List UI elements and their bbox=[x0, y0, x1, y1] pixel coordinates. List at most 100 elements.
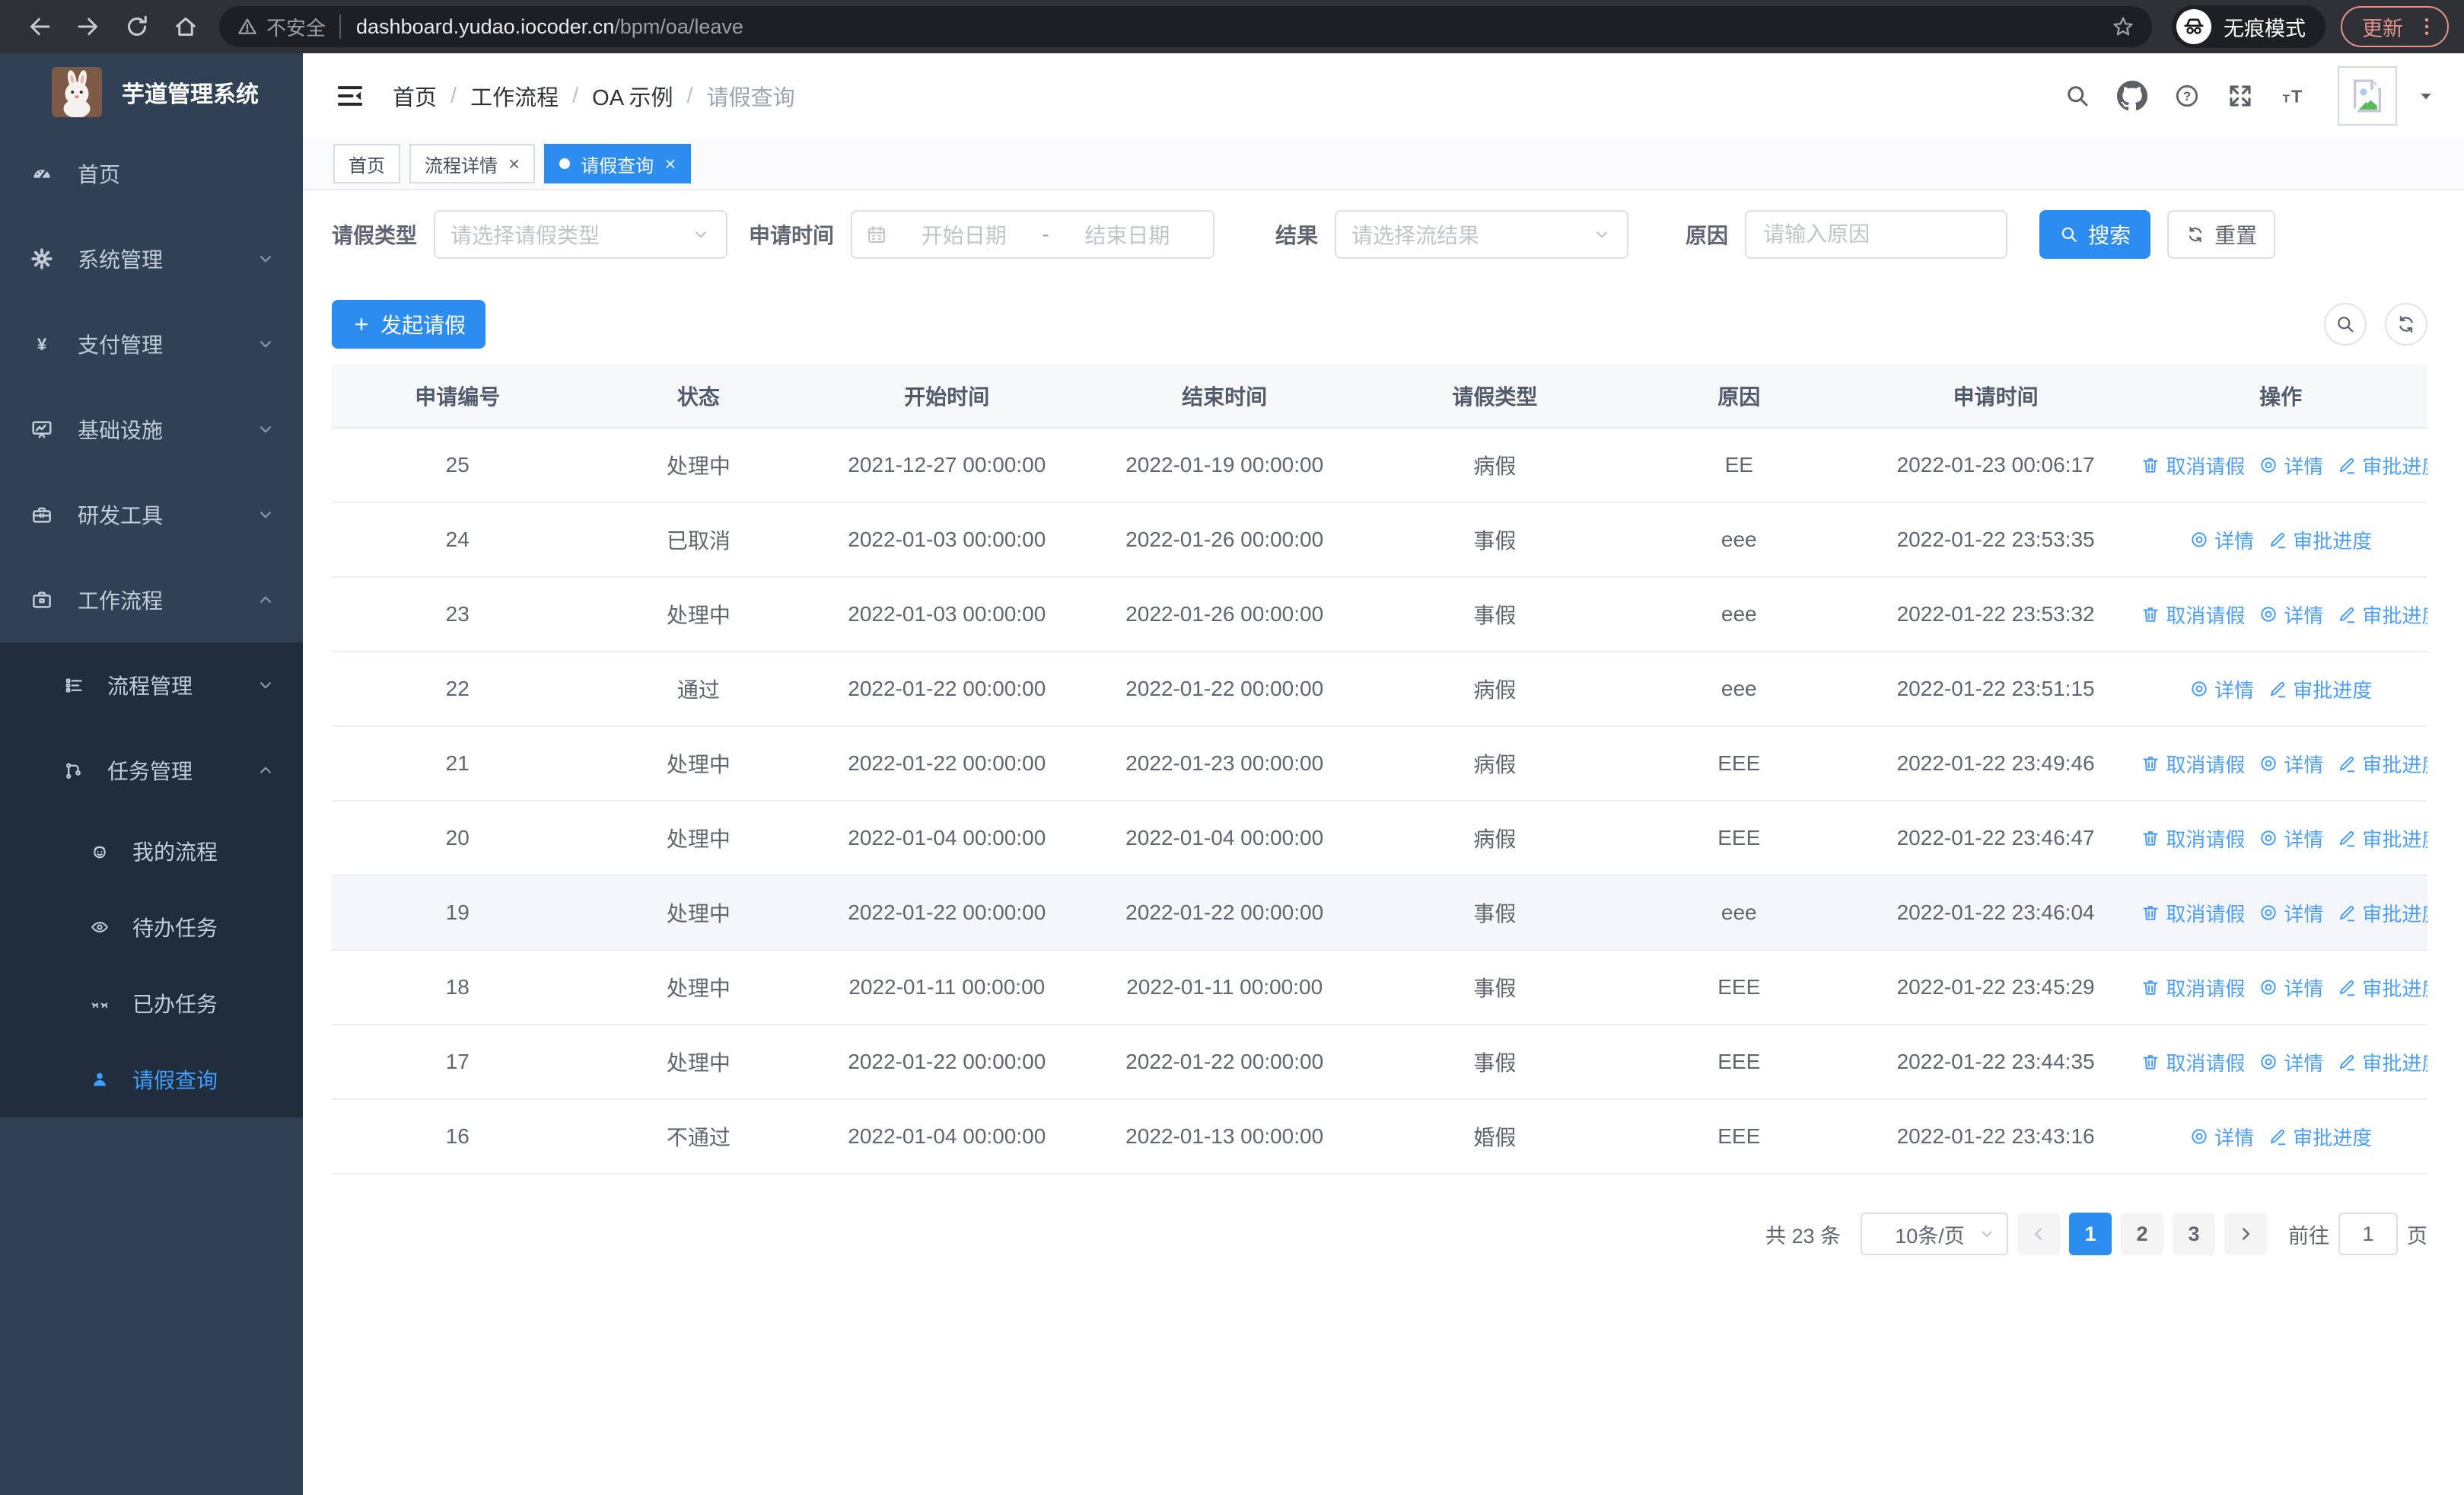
briefcase-icon bbox=[30, 588, 53, 611]
result-label: 结果 bbox=[1275, 224, 1319, 247]
view-icon bbox=[2259, 903, 2278, 923]
sidebar-item-home[interactable]: 首页 bbox=[0, 131, 303, 216]
help-icon[interactable] bbox=[2173, 82, 2201, 110]
robot-icon bbox=[90, 841, 110, 861]
sidebar-item-task-mgmt[interactable]: 任务管理 bbox=[0, 728, 303, 813]
next-page-button[interactable] bbox=[2224, 1213, 2267, 1255]
search-icon[interactable] bbox=[2064, 82, 2091, 110]
navbar-actions bbox=[2064, 66, 2435, 126]
sidebar-item-process-mgmt[interactable]: 流程管理 bbox=[0, 642, 303, 728]
apply-time-range-picker[interactable]: 开始日期 - 结束日期 bbox=[851, 210, 1215, 259]
font-size-icon[interactable] bbox=[2280, 82, 2307, 110]
goto-page-input[interactable] bbox=[2338, 1213, 2398, 1255]
breadcrumb-item[interactable]: OA 示例 bbox=[592, 80, 673, 112]
detail-link[interactable]: 详情 bbox=[2259, 451, 2323, 480]
address-bar[interactable]: 不安全 dashboard.yudao.iocoder.cn /bpm/oa/l… bbox=[219, 6, 2152, 47]
sidebar-item-todo-task[interactable]: 待办任务 bbox=[0, 889, 303, 965]
search-button[interactable]: 搜索 bbox=[2039, 210, 2151, 259]
detail-link[interactable]: 详情 bbox=[2259, 1048, 2323, 1076]
reload-icon[interactable] bbox=[123, 13, 151, 40]
bookmark-star-icon[interactable] bbox=[2111, 14, 2135, 39]
sidebar-item-leave-query[interactable]: 请假查询 bbox=[0, 1041, 303, 1117]
approval-progress-link[interactable]: 审批进度 bbox=[2337, 899, 2427, 927]
cell-end-time: 2022-01-22 00:00:00 bbox=[1080, 1025, 1370, 1100]
approval-progress-link[interactable]: 审批进度 bbox=[2337, 750, 2427, 778]
trash-icon bbox=[2141, 1052, 2160, 1072]
create-leave-button[interactable]: 发起请假 bbox=[332, 300, 486, 349]
sidebar-item-system[interactable]: 系统管理 bbox=[0, 216, 303, 301]
page-size-value: 10条/页 bbox=[1895, 1224, 1965, 1248]
app-logo[interactable]: 芋道管理系统 bbox=[0, 53, 303, 131]
hamburger-icon[interactable] bbox=[335, 81, 365, 111]
detail-link[interactable]: 详情 bbox=[2259, 899, 2323, 927]
refresh-table-button[interactable] bbox=[2385, 303, 2427, 346]
update-button[interactable]: 更新 bbox=[2341, 6, 2449, 47]
cancel-leave-link[interactable]: 取消请假 bbox=[2141, 451, 2245, 480]
approval-progress-link[interactable]: 审批进度 bbox=[2268, 1123, 2372, 1151]
approval-progress-link[interactable]: 审批进度 bbox=[2337, 601, 2427, 629]
detail-link[interactable]: 详情 bbox=[2259, 974, 2323, 1002]
reset-button[interactable]: 重置 bbox=[2167, 210, 2276, 259]
prev-page-button[interactable] bbox=[2017, 1213, 2060, 1255]
approval-progress-link[interactable]: 审批进度 bbox=[2337, 824, 2427, 853]
approval-progress-link[interactable]: 审批进度 bbox=[2337, 451, 2427, 480]
sidebar-item-my-process[interactable]: 我的流程 bbox=[0, 813, 303, 889]
cell-leave-type: 病假 bbox=[1369, 428, 1621, 503]
cancel-leave-link[interactable]: 取消请假 bbox=[2141, 750, 2245, 778]
sidebar-item-workflow[interactable]: 工作流程 bbox=[0, 557, 303, 642]
home-icon[interactable] bbox=[172, 13, 199, 40]
cancel-leave-link[interactable]: 取消请假 bbox=[2141, 1048, 2245, 1076]
tab-leave-query[interactable]: 请假查询 × bbox=[544, 144, 692, 183]
forward-icon[interactable] bbox=[75, 13, 102, 40]
sidebar-item-done-task[interactable]: 已办任务 bbox=[0, 965, 303, 1041]
detail-link[interactable]: 详情 bbox=[2259, 601, 2323, 629]
breadcrumb-item[interactable]: 首页 bbox=[393, 80, 437, 112]
tab-process-detail[interactable]: 流程详情 × bbox=[409, 144, 536, 183]
detail-link[interactable]: 详情 bbox=[2259, 750, 2323, 778]
back-icon[interactable] bbox=[26, 13, 53, 40]
detail-link[interactable]: 详情 bbox=[2189, 526, 2254, 554]
top-navbar: 首页 / 工作流程 / OA 示例 / 请假查询 bbox=[303, 53, 2464, 139]
detail-link[interactable]: 详情 bbox=[2189, 675, 2254, 703]
avatar[interactable] bbox=[2338, 66, 2397, 126]
detail-link[interactable]: 详情 bbox=[2259, 824, 2323, 853]
tab-close-icon[interactable]: × bbox=[508, 154, 520, 174]
approval-progress-link[interactable]: 审批进度 bbox=[2337, 1048, 2427, 1076]
approval-progress-link[interactable]: 审批进度 bbox=[2337, 974, 2427, 1002]
sidebar-item-payment[interactable]: 支付管理 bbox=[0, 301, 303, 387]
page-button-3[interactable]: 3 bbox=[2173, 1213, 2215, 1255]
result-select[interactable]: 请选择流结果 bbox=[1335, 210, 1629, 259]
page-button-1[interactable]: 1 bbox=[2069, 1213, 2112, 1255]
cancel-leave-link[interactable]: 取消请假 bbox=[2141, 824, 2245, 853]
page-size-select[interactable]: 10条/页 bbox=[1861, 1213, 2008, 1255]
tab-close-icon[interactable]: × bbox=[664, 154, 676, 174]
cancel-leave-link[interactable]: 取消请假 bbox=[2141, 899, 2245, 927]
tab-home[interactable]: 首页 bbox=[333, 144, 400, 183]
pen-icon bbox=[2268, 530, 2287, 550]
action-label: 审批进度 bbox=[2362, 753, 2427, 776]
github-icon[interactable] bbox=[2117, 81, 2147, 111]
trash-icon bbox=[2141, 828, 2160, 848]
chevron-down-icon bbox=[256, 675, 275, 695]
action-label: 详情 bbox=[2284, 454, 2324, 478]
detail-link[interactable]: 详情 bbox=[2189, 1123, 2254, 1151]
cell-end-time: 2022-01-22 00:00:00 bbox=[1080, 652, 1370, 727]
fullscreen-icon[interactable] bbox=[2227, 82, 2254, 110]
table-row: 20 处理中 2022-01-04 00:00:00 2022-01-04 00:00… bbox=[332, 801, 2427, 876]
browser-menu-icon[interactable] bbox=[2415, 15, 2438, 38]
toggle-search-button[interactable] bbox=[2324, 303, 2367, 346]
breadcrumb-item[interactable]: 工作流程 bbox=[470, 80, 559, 112]
page-button-2[interactable]: 2 bbox=[2121, 1213, 2163, 1255]
cancel-leave-link[interactable]: 取消请假 bbox=[2141, 601, 2245, 629]
pen-icon bbox=[2337, 977, 2357, 997]
column-header: 申请编号 bbox=[332, 364, 584, 429]
reason-input[interactable] bbox=[1745, 210, 2008, 259]
leave-type-select[interactable]: 请选择请假类型 bbox=[434, 210, 728, 259]
action-label: 审批进度 bbox=[2293, 678, 2373, 702]
approval-progress-link[interactable]: 审批进度 bbox=[2268, 675, 2372, 703]
avatar-caret-icon[interactable] bbox=[2417, 87, 2435, 105]
sidebar-item-infra[interactable]: 基础设施 bbox=[0, 387, 303, 472]
approval-progress-link[interactable]: 审批进度 bbox=[2268, 526, 2372, 554]
sidebar-item-devtools[interactable]: 研发工具 bbox=[0, 472, 303, 557]
cancel-leave-link[interactable]: 取消请假 bbox=[2141, 974, 2245, 1002]
